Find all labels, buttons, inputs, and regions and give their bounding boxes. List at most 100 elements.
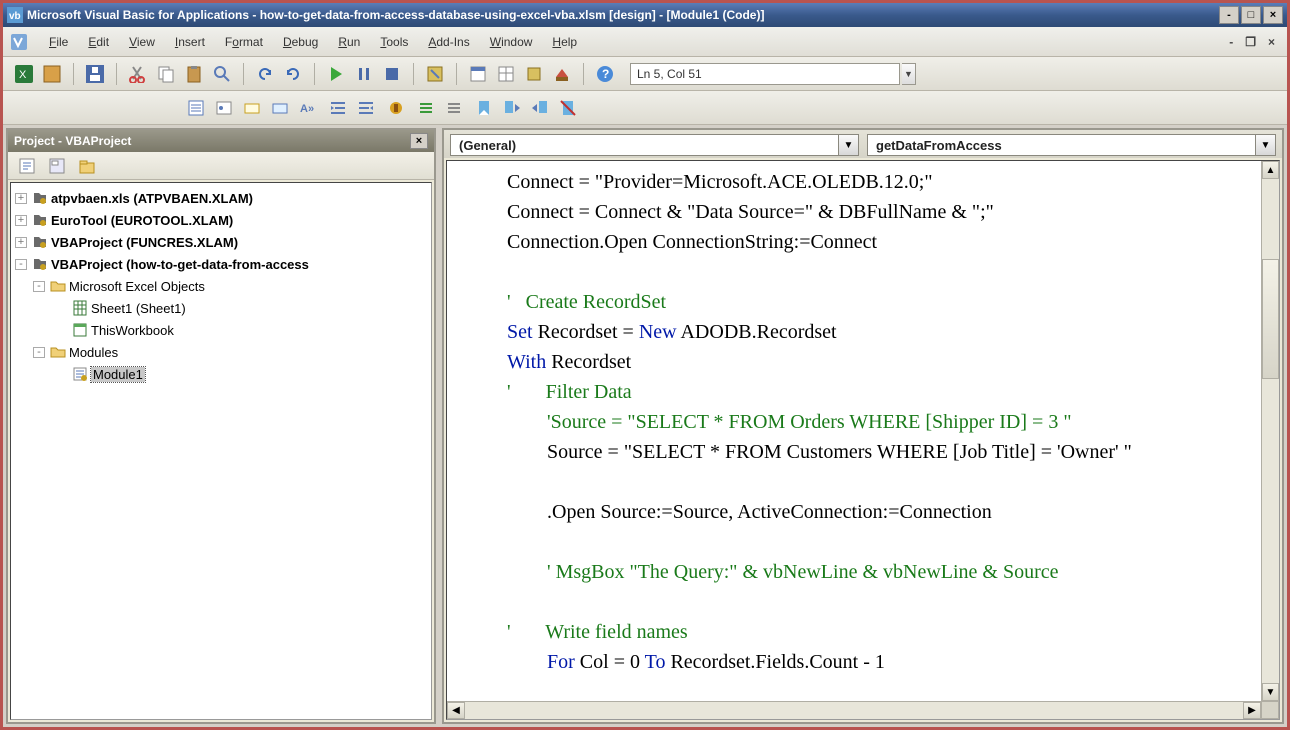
tree-item[interactable]: + VBAProject (FUNCRES.XLAM) [13,231,429,253]
expand-toggle[interactable]: + [15,193,27,204]
tree-item[interactable]: ThisWorkbook [53,319,429,341]
close-button[interactable]: × [1263,6,1283,24]
quick-info-button[interactable] [239,95,265,121]
toggle-bookmark-button[interactable] [471,95,497,121]
title-bar: vb Microsoft Visual Basic for Applicatio… [3,3,1287,27]
mdi-restore-button[interactable]: ❐ [1239,33,1262,51]
find-button[interactable] [209,61,235,87]
expand-toggle[interactable]: - [15,259,27,270]
scroll-up-button[interactable]: ▲ [1262,161,1279,179]
menu-add-ins[interactable]: Add-Ins [418,31,479,53]
scroll-left-button[interactable]: ◀ [447,702,465,719]
indent-button[interactable] [325,95,351,121]
redo-button[interactable] [280,61,306,87]
menu-format[interactable]: Format [215,31,273,53]
insert-module-button[interactable] [39,61,65,87]
code-pane: (General) ▼ getDataFromAccess ▼ Connect … [442,128,1284,724]
menu-file[interactable]: File [39,31,78,53]
next-bookmark-button[interactable] [499,95,525,121]
vba-project-icon [31,212,49,228]
tree-item[interactable]: Module1 [53,363,429,385]
svg-text:?: ? [602,67,609,81]
object-combo-value: (General) [450,134,839,156]
position-dropdown-arrow[interactable]: ▼ [902,63,916,85]
scroll-right-button[interactable]: ▶ [1243,702,1261,719]
tree-item[interactable]: -Modules [31,341,429,363]
chevron-down-icon[interactable]: ▼ [1256,134,1276,156]
clear-bookmarks-button[interactable] [555,95,581,121]
help-button[interactable]: ? [592,61,618,87]
object-browser-button[interactable] [521,61,547,87]
minimize-button[interactable]: - [1219,6,1239,24]
mdi-minimize-button[interactable]: - [1223,33,1239,51]
menu-tools[interactable]: Tools [370,31,418,53]
list-properties-button[interactable] [183,95,209,121]
tree-item[interactable]: + atpvbaen.xls (ATPVBAEN.XLAM) [13,187,429,209]
expand-toggle[interactable]: - [33,281,45,292]
project-pane-close-button[interactable]: × [410,133,428,149]
project-explorer-button[interactable] [465,61,491,87]
outdent-button[interactable] [353,95,379,121]
tree-item-label: atpvbaen.xls (ATPVBAEN.XLAM) [51,191,253,206]
object-combo[interactable]: (General) ▼ [450,134,859,154]
chevron-down-icon[interactable]: ▼ [839,134,859,156]
run-button[interactable] [323,61,349,87]
sheet-icon [71,300,89,316]
tree-item[interactable]: +EuroTool (EUROTOOL.XLAM) [13,209,429,231]
project-pane-title-bar: Project - VBAProject × [8,130,434,152]
reset-button[interactable] [379,61,405,87]
expand-toggle[interactable]: - [33,347,45,358]
toolbox-button[interactable] [549,61,575,87]
project-pane-title: Project - VBAProject [14,134,131,148]
save-button[interactable] [82,61,108,87]
scroll-thumb[interactable] [1262,259,1279,379]
paste-button[interactable] [181,61,207,87]
tree-item[interactable]: -Microsoft Excel Objects [31,275,429,297]
tree-item[interactable]: Sheet1 (Sheet1) [53,297,429,319]
toggle-breakpoint-button[interactable] [383,95,409,121]
uncomment-block-button[interactable] [441,95,467,121]
view-code-button[interactable] [14,153,40,179]
list-constants-button[interactable] [211,95,237,121]
complete-word-button[interactable]: A» [295,95,321,121]
expand-toggle[interactable]: + [15,237,27,248]
cut-button[interactable] [125,61,151,87]
prev-bookmark-button[interactable] [527,95,553,121]
procedure-combo[interactable]: getDataFromAccess ▼ [867,134,1276,154]
folder-open-icon [49,344,67,360]
copy-button[interactable] [153,61,179,87]
edit-toolbar: A» [3,91,1287,125]
tree-item-label: VBAProject (FUNCRES.XLAM) [51,235,238,250]
toggle-folders-button[interactable] [74,153,100,179]
menu-help[interactable]: Help [542,31,587,53]
horizontal-scrollbar[interactable]: ◀ ▶ [447,701,1261,719]
break-button[interactable] [351,61,377,87]
parameter-info-button[interactable] [267,95,293,121]
menu-insert[interactable]: Insert [165,31,215,53]
svg-text:A»: A» [300,103,314,115]
menu-window[interactable]: Window [480,31,543,53]
restore-button[interactable]: □ [1241,6,1261,24]
menu-view[interactable]: View [119,31,165,53]
scroll-down-button[interactable]: ▼ [1262,683,1279,701]
tree-item[interactable]: -VBAProject (how-to-get-data-from-access [13,253,429,275]
menu-debug[interactable]: Debug [273,31,328,53]
project-tree[interactable]: + atpvbaen.xls (ATPVBAEN.XLAM) +EuroTool (… [10,182,432,720]
vertical-scrollbar[interactable]: ▲ ▼ [1261,161,1279,701]
standard-toolbar: X ? Ln 5, Col 51 ▼ [3,57,1287,91]
vba-logo-icon [9,32,29,52]
expand-toggle[interactable]: + [15,215,27,226]
view-object-button[interactable] [44,153,70,179]
properties-window-button[interactable] [493,61,519,87]
mdi-close-button[interactable]: × [1262,33,1281,51]
code-editor[interactable]: Connect = "Provider=Microsoft.ACE.OLEDB.… [446,160,1280,720]
menu-edit[interactable]: Edit [78,31,119,53]
menu-run[interactable]: Run [328,31,370,53]
view-excel-button[interactable]: X [11,61,37,87]
undo-button[interactable] [252,61,278,87]
comment-block-button[interactable] [413,95,439,121]
folder-open-icon [49,278,67,294]
design-mode-button[interactable] [422,61,448,87]
procedure-combo-value: getDataFromAccess [867,134,1256,156]
vba-project-icon [31,190,49,206]
